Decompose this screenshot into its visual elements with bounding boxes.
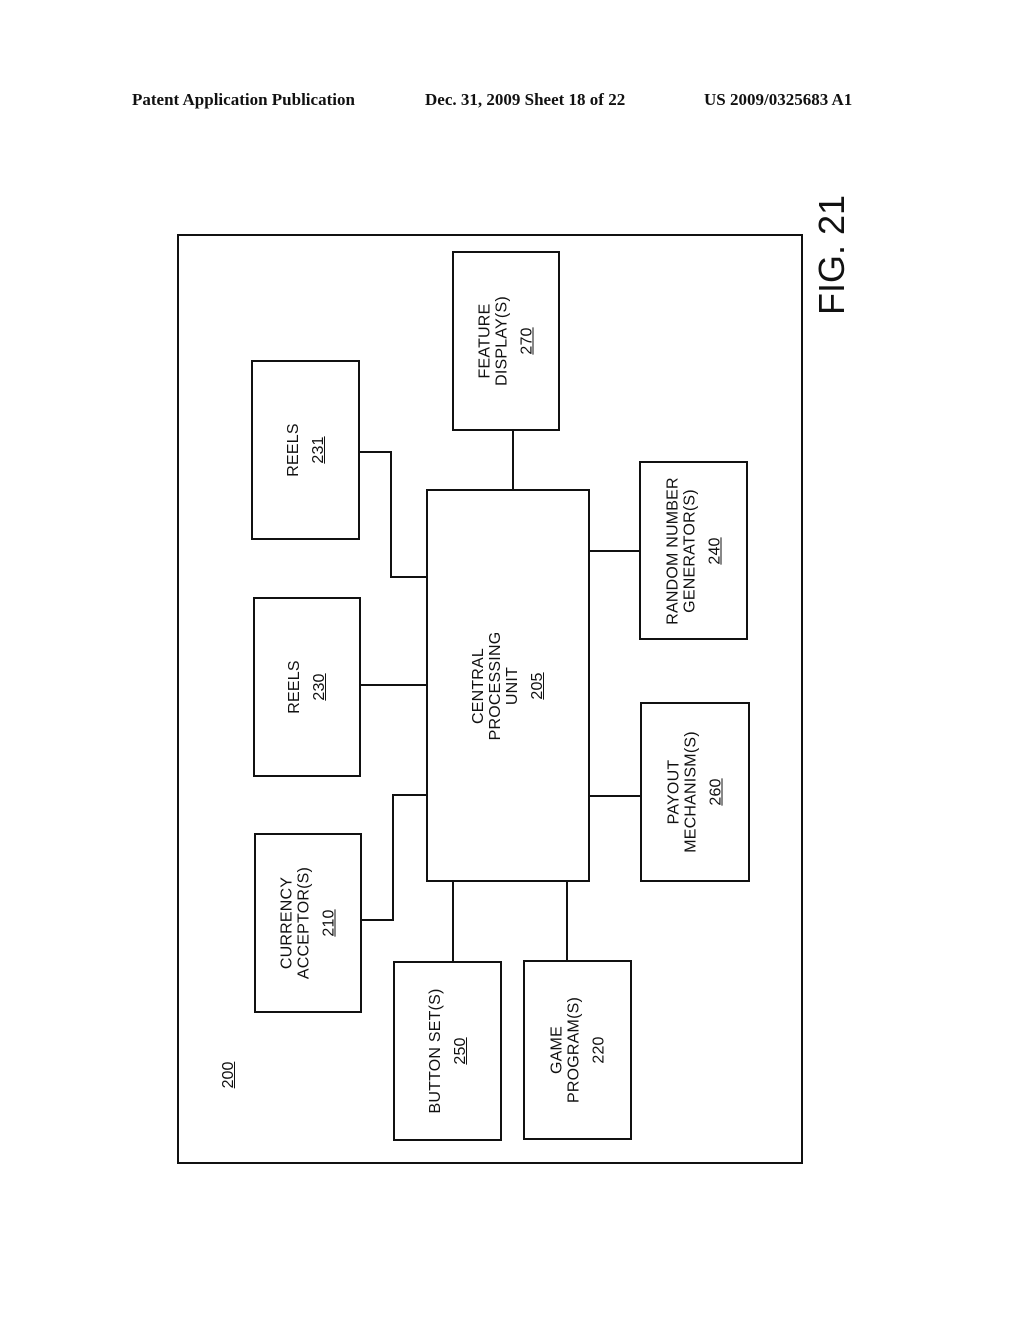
node-reference: 231 <box>309 436 327 464</box>
connector-feature <box>512 430 514 490</box>
node-reference: 230 <box>311 673 328 701</box>
node-reference: 220 <box>590 1036 607 1064</box>
node-text: GENERATOR(S) <box>681 488 698 613</box>
node-label: PAYOUT MECHANISM(S) 260 <box>666 731 725 853</box>
node-text: REELS <box>284 423 302 477</box>
node-label: BUTTON SET(S) 250 <box>427 989 469 1114</box>
node-game-program: GAME PROGRAM(S) 220 <box>523 960 632 1140</box>
publication-date-sheet: Dec. 31, 2009 Sheet 18 of 22 <box>425 90 626 109</box>
node-label: GAME PROGRAM(S) 220 <box>548 997 607 1103</box>
node-text: GAME <box>548 1026 565 1074</box>
node-button-set: BUTTON SET(S) 250 <box>393 961 502 1141</box>
connector-reels231 <box>390 451 392 578</box>
connector-reels231 <box>359 451 392 453</box>
node-currency-acceptor: CURRENCY ACCEPTOR(S) 210 <box>254 833 362 1013</box>
node-feature-display: FEATURE DISPLAY(S) 270 <box>452 251 560 431</box>
node-text: CENTRAL <box>470 647 487 724</box>
node-reels-230: REELS 230 <box>253 597 361 777</box>
connector-currency <box>361 919 394 921</box>
node-text: MECHANISM(S) <box>682 731 700 853</box>
figure-label: FIG. 21 <box>792 195 872 315</box>
node-label: REELS 231 <box>285 423 327 476</box>
connector-currency <box>392 794 428 796</box>
connector-currency <box>392 794 394 921</box>
node-reference: 240 <box>706 536 723 565</box>
connector-reels230 <box>360 684 427 686</box>
node-label: FEATURE DISPLAY(S) 270 <box>477 296 536 386</box>
node-label: CENTRAL PROCESSING UNIT 205 <box>470 631 546 740</box>
node-reference: 205 <box>529 671 546 700</box>
publication-number: US 2009/0325683 A1 <box>704 90 853 109</box>
connector-payout <box>590 795 642 797</box>
node-reference: 250 <box>451 1037 469 1065</box>
system-reference-text: 200 <box>220 1061 237 1089</box>
publication-title: Patent Application Publication <box>132 90 355 109</box>
node-random-number-generator: RANDOM NUMBER GENERATOR(S) 240 <box>639 461 748 640</box>
node-text: RANDOM NUMBER <box>664 476 681 625</box>
node-reference: 260 <box>707 778 725 806</box>
node-text: PAYOUT <box>665 759 683 825</box>
node-text: ACCEPTOR(S) <box>295 866 313 980</box>
system-reference: 200 <box>214 1060 244 1090</box>
node-reference: 270 <box>518 327 536 355</box>
node-text: UNIT <box>504 666 521 705</box>
node-text: DISPLAY(S) <box>493 296 511 386</box>
connector-game <box>566 880 568 963</box>
node-label: CURRENCY ACCEPTOR(S) 210 <box>279 867 338 979</box>
node-text: PROCESSING <box>487 631 504 740</box>
node-label: RANDOM NUMBER GENERATOR(S) 240 <box>664 477 723 625</box>
node-text: FEATURE <box>476 303 494 379</box>
node-text: BUTTON SET(S) <box>426 988 444 1114</box>
node-text: PROGRAM(S) <box>565 997 582 1103</box>
node-central-processing-unit: CENTRAL PROCESSING UNIT 205 <box>426 489 590 882</box>
node-reference: 210 <box>320 909 338 937</box>
figure-label-text: FIG. 21 <box>811 194 852 316</box>
node-text: CURRENCY <box>278 876 296 970</box>
connector-reels231 <box>390 576 427 578</box>
connector-rng <box>588 550 640 552</box>
node-reels-231: REELS 231 <box>251 360 360 540</box>
connector-buttons <box>452 880 454 964</box>
node-payout-mechanism: PAYOUT MECHANISM(S) 260 <box>640 702 750 882</box>
node-text: REELS <box>286 660 303 714</box>
node-label: REELS 230 <box>286 660 328 713</box>
